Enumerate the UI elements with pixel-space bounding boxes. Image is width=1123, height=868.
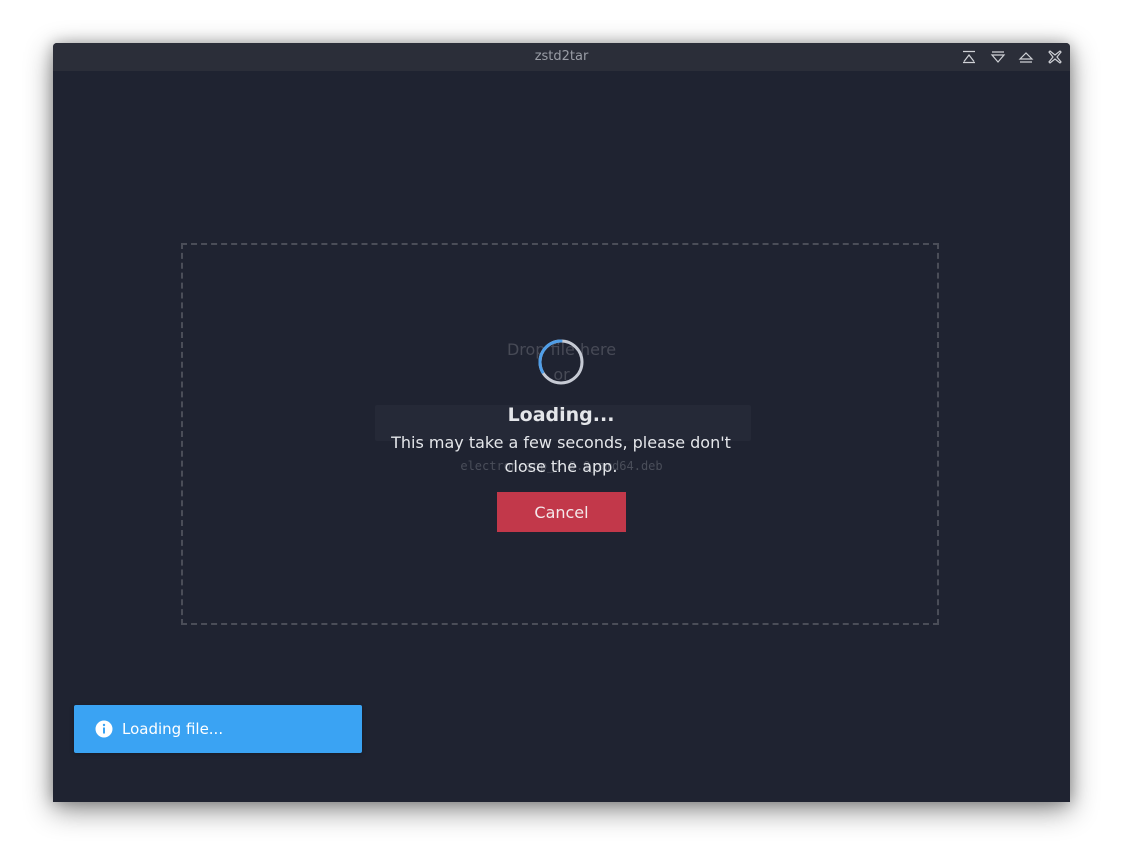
window-title: zstd2tar <box>534 49 589 64</box>
loading-message: This may take a few seconds, please don'… <box>391 431 731 479</box>
loading-message-line-1: This may take a few seconds, please don'… <box>391 433 731 452</box>
loading-message-line-2: close the app. <box>504 457 618 476</box>
loading-toast: Loading file... <box>74 705 362 753</box>
minimize-icon[interactable] <box>990 49 1006 65</box>
spinner-icon <box>538 339 584 385</box>
maximize-icon[interactable] <box>1018 49 1034 65</box>
toast-message: Loading file... <box>122 720 224 738</box>
info-icon <box>95 720 113 738</box>
app-content: Drop file here or electron-app_1.0.0_amd… <box>53 71 1070 802</box>
loading-title: Loading... <box>507 404 615 426</box>
close-icon[interactable] <box>1047 49 1063 65</box>
title-bar[interactable]: zstd2tar <box>53 43 1070 71</box>
cancel-button[interactable]: Cancel <box>497 492 626 532</box>
keep-above-icon[interactable] <box>961 49 977 65</box>
app-window: zstd2tar Drop file here or electron-app_… <box>53 43 1070 802</box>
